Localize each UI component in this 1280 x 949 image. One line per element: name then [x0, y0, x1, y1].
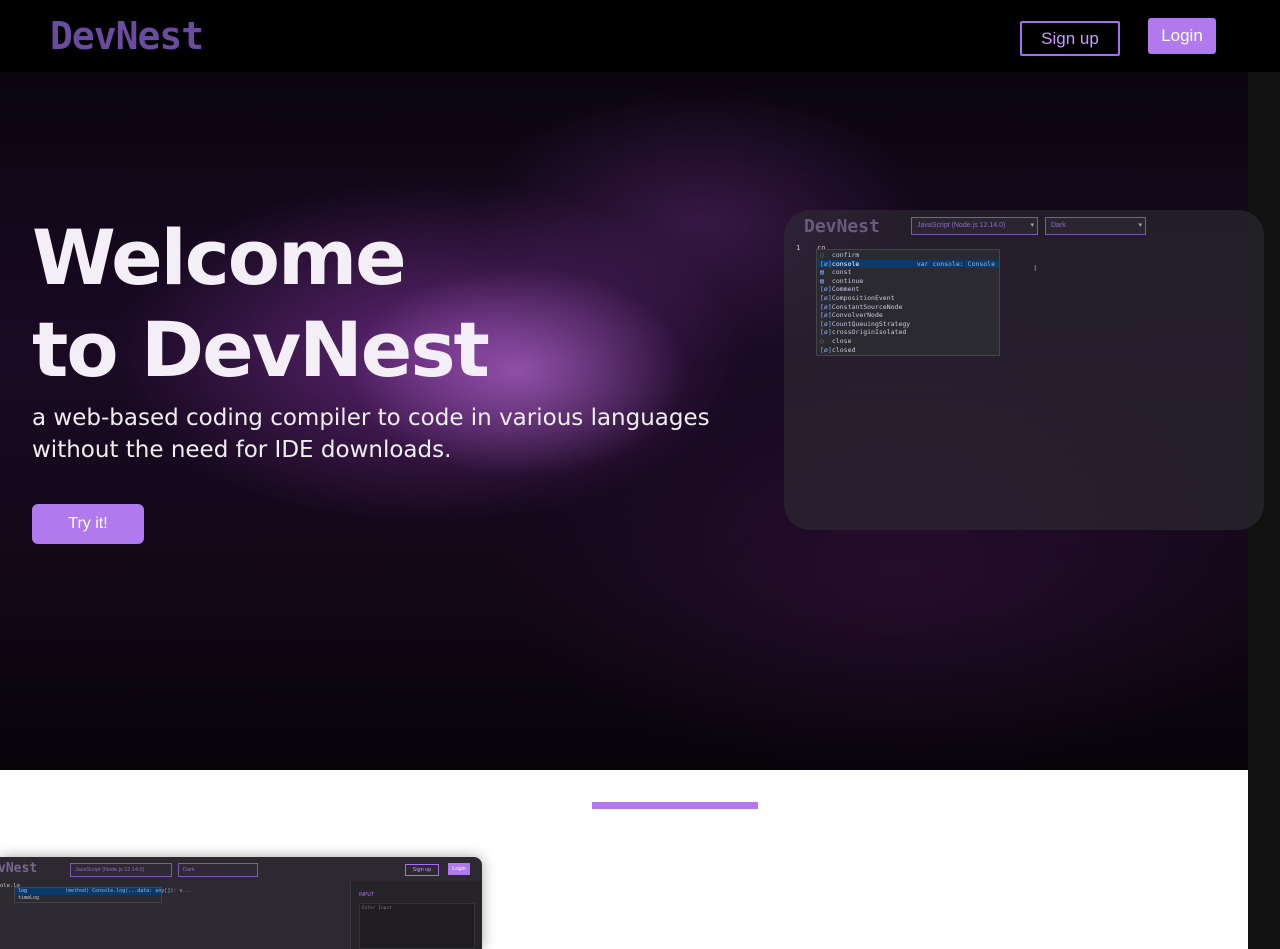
preview-suggestion: ◌ close [820, 336, 852, 345]
screenshot-logo: vNest [0, 861, 38, 876]
preview-suggestion: [ø] CountQueuingStrategy [820, 319, 911, 328]
preview-suggestion: ◌ confirm [820, 251, 860, 259]
screenshot-suggestion-selected: log (method) Console.log(...data: any[]):… [15, 888, 191, 895]
hero-subtitle-line1: a web-based coding compiler to code in v… [32, 405, 710, 431]
screenshot-suggestion: timeLog [18, 895, 40, 901]
hero-subtitle-line2: without the need for IDE downloads. [32, 437, 452, 463]
variable-icon: [ø] [820, 285, 832, 294]
preview-suggestion: ▤ continue [820, 276, 864, 285]
hero-title-line2: to DevNest [32, 305, 490, 394]
variable-icon: [ø] [820, 345, 832, 354]
screenshot-autocomplete-list: log (method) Console.log(...data: any[]):… [14, 887, 191, 903]
top-navbar: DevNest Sign up Login [0, 0, 1280, 72]
hero-title-line1: Welcome [32, 213, 407, 302]
preview-logo: DevNest [804, 216, 880, 237]
preview-suggestion: [ø] closed [820, 345, 856, 354]
keyword-icon: ▤ [820, 268, 824, 277]
screenshot-input-panel: INPUT Enter Input [350, 881, 482, 949]
preview-theme-select: Dark [1045, 217, 1146, 235]
preview-suggestion: [ø] crossOriginIsolated [820, 328, 907, 337]
hero-title: Welcome to DevNest [32, 212, 490, 396]
screenshot-input-box: Enter Input [359, 903, 475, 949]
preview-suggestion: [ø] ConstantSourceNode [820, 302, 903, 311]
features-section: vNest JavaScript (Node.js 12.14.0) Dark … [0, 770, 1248, 949]
preview-line-number: 1 [796, 244, 801, 252]
login-button[interactable]: Login [1148, 18, 1216, 54]
app-screenshot-image: vNest JavaScript (Node.js 12.14.0) Dark … [0, 857, 482, 949]
preview-autocomplete-list: ◌ confirm [ø] console var console: Consol… [816, 249, 1000, 357]
preview-suggestion-selected: [ø] console var console: Console [817, 259, 999, 269]
signup-button[interactable]: Sign up [1020, 21, 1120, 56]
screenshot-input-label: INPUT [359, 892, 374, 898]
variable-icon: [ø] [820, 311, 832, 320]
variable-icon: [ø] [820, 293, 832, 302]
variable-icon: [ø] [820, 302, 832, 311]
devnest-logo[interactable]: DevNest [50, 14, 204, 58]
screenshot-input-placeholder: Enter Input [362, 906, 392, 911]
hero-subtitle: a web-based coding compiler to code in v… [32, 402, 732, 466]
screenshot-signup-button: Sign up [405, 864, 439, 876]
try-it-button[interactable]: Try it! [32, 504, 144, 544]
suggestion-detail: var console: Console [916, 259, 995, 268]
variable-icon: [ø] [820, 328, 832, 337]
screenshot-login-button: Login [448, 863, 470, 875]
preview-suggestion: [ø] CompositionEvent [820, 293, 895, 302]
screenshot-theme-select: Dark [178, 863, 258, 877]
section-divider [592, 802, 758, 809]
preview-suggestion: [ø] Comment [820, 285, 860, 294]
text-cursor-icon: I [1034, 264, 1037, 273]
method-icon: ◌ [820, 251, 824, 259]
preview-suggestion: [ø] ConvolverNode [820, 311, 883, 320]
variable-icon: [ø] [820, 319, 832, 328]
preview-suggestion: ▤ const [820, 268, 852, 277]
variable-icon: [ø] [820, 259, 832, 268]
editor-preview-image: DevNest JavaScript (Node.js 12.14.0) Dar… [784, 210, 1264, 530]
keyword-icon: ▤ [820, 276, 824, 285]
screenshot-language-select: JavaScript (Node.js 12.14.0) [70, 863, 172, 877]
preview-language-select: JavaScript (Node.js 12.14.0) [911, 217, 1038, 235]
method-icon: ◌ [820, 336, 824, 345]
